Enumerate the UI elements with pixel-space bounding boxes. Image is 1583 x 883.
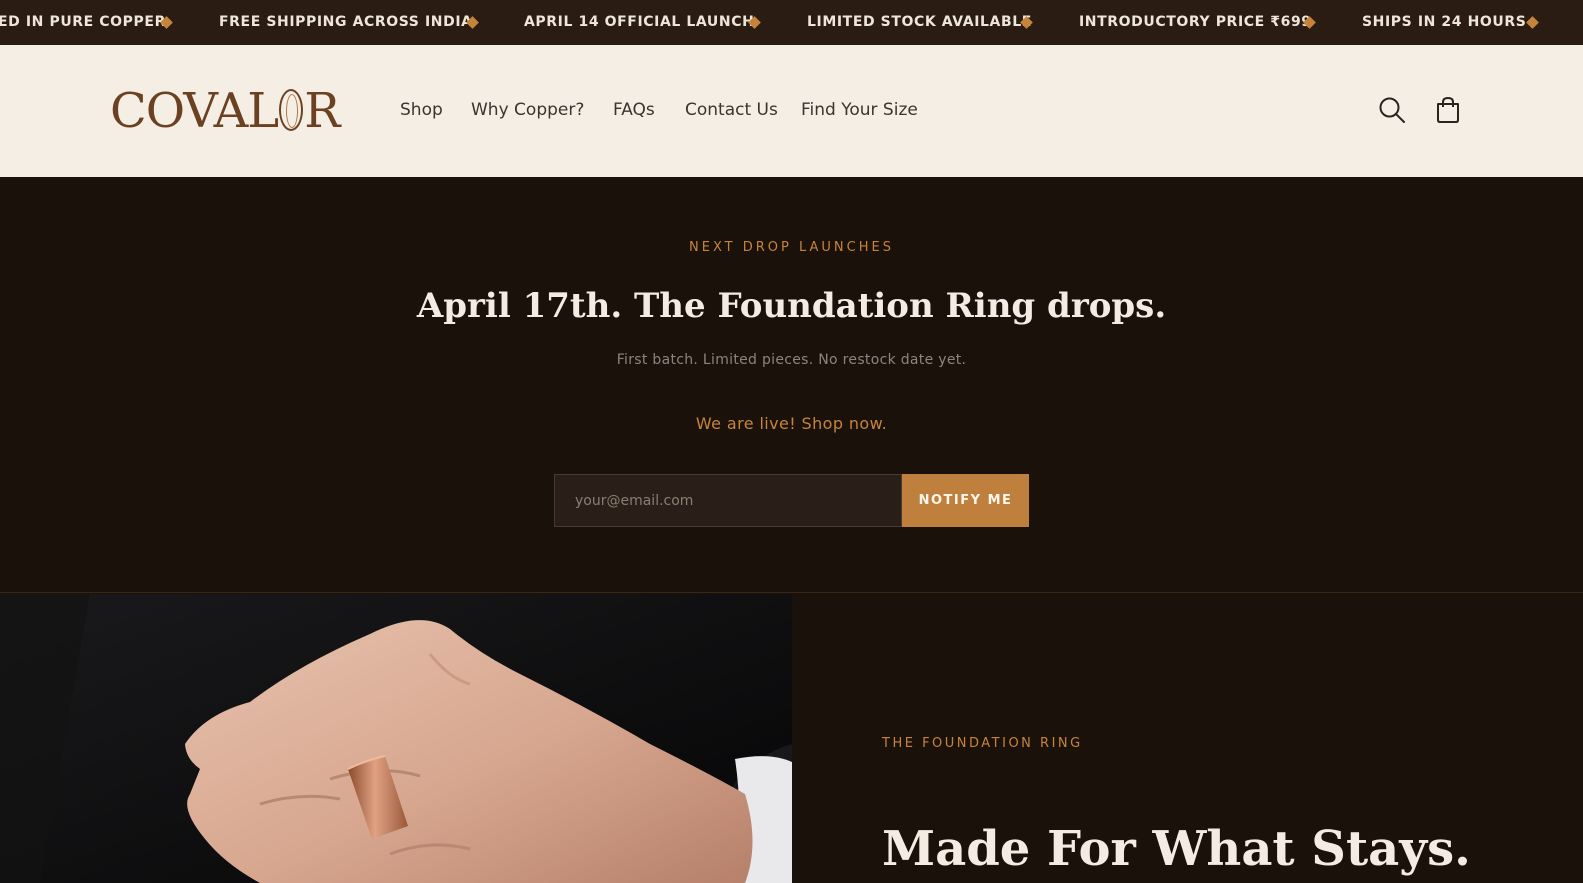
nav-shop[interactable]: Shop: [400, 97, 443, 123]
announcement-item: INTRODUCTORY PRICE ₹699: [1079, 14, 1312, 30]
nav-contact-us[interactable]: Contact Us: [685, 97, 778, 123]
announcement-item: APRIL 14 OFFICIAL LAUNCH: [524, 14, 755, 30]
announcement-item: LIMITED STOCK AVAILABLE: [807, 14, 1032, 30]
brand-logo[interactable]: COVAL R: [110, 83, 340, 139]
foundation-ring-section: THE FOUNDATION RING Made For What Stays.: [0, 594, 1583, 883]
drop-subtitle: First batch. Limited pieces. No restock …: [616, 352, 967, 368]
announcement-item: ED IN PURE COPPER: [0, 14, 166, 30]
shop-now-link[interactable]: We are live! Shop now.: [0, 414, 1583, 433]
cart-icon[interactable]: [1433, 95, 1463, 125]
diamond-icon: [1526, 16, 1539, 29]
notify-me-button[interactable]: NOTIFY ME: [902, 474, 1029, 527]
email-field[interactable]: [554, 474, 902, 527]
feature-eyebrow: THE FOUNDATION RING: [882, 736, 1083, 751]
announcement-item: FREE SHIPPING ACROSS INDIA: [219, 14, 473, 30]
announcement-item: SHIPS IN 24 HOURS: [1362, 14, 1527, 30]
nav-find-your-size[interactable]: Find Your Size: [801, 97, 918, 123]
nav-faqs[interactable]: FAQs: [613, 97, 655, 123]
drop-title: April 17th. The Foundation Ring drops.: [416, 286, 1167, 326]
drop-announcement-section: NEXT DROP LAUNCHES April 17th. The Found…: [0, 177, 1583, 593]
logo-o-mark: [279, 89, 304, 131]
feature-title: Made For What Stays.: [882, 821, 1471, 877]
feature-panel: THE FOUNDATION RING Made For What Stays.: [792, 594, 1583, 883]
site-header: COVAL R Shop Why Copper? FAQs Contact Us …: [0, 45, 1583, 177]
search-icon[interactable]: [1377, 95, 1407, 125]
logo-text-left: COVAL: [110, 83, 279, 139]
hand-ring-photo: [0, 594, 792, 883]
nav-why-copper[interactable]: Why Copper?: [471, 97, 584, 123]
announcement-bar: ED IN PURE COPPER FREE SHIPPING ACROSS I…: [0, 0, 1583, 45]
drop-eyebrow: NEXT DROP LAUNCHES: [689, 240, 894, 255]
logo-text-right: R: [304, 83, 340, 139]
